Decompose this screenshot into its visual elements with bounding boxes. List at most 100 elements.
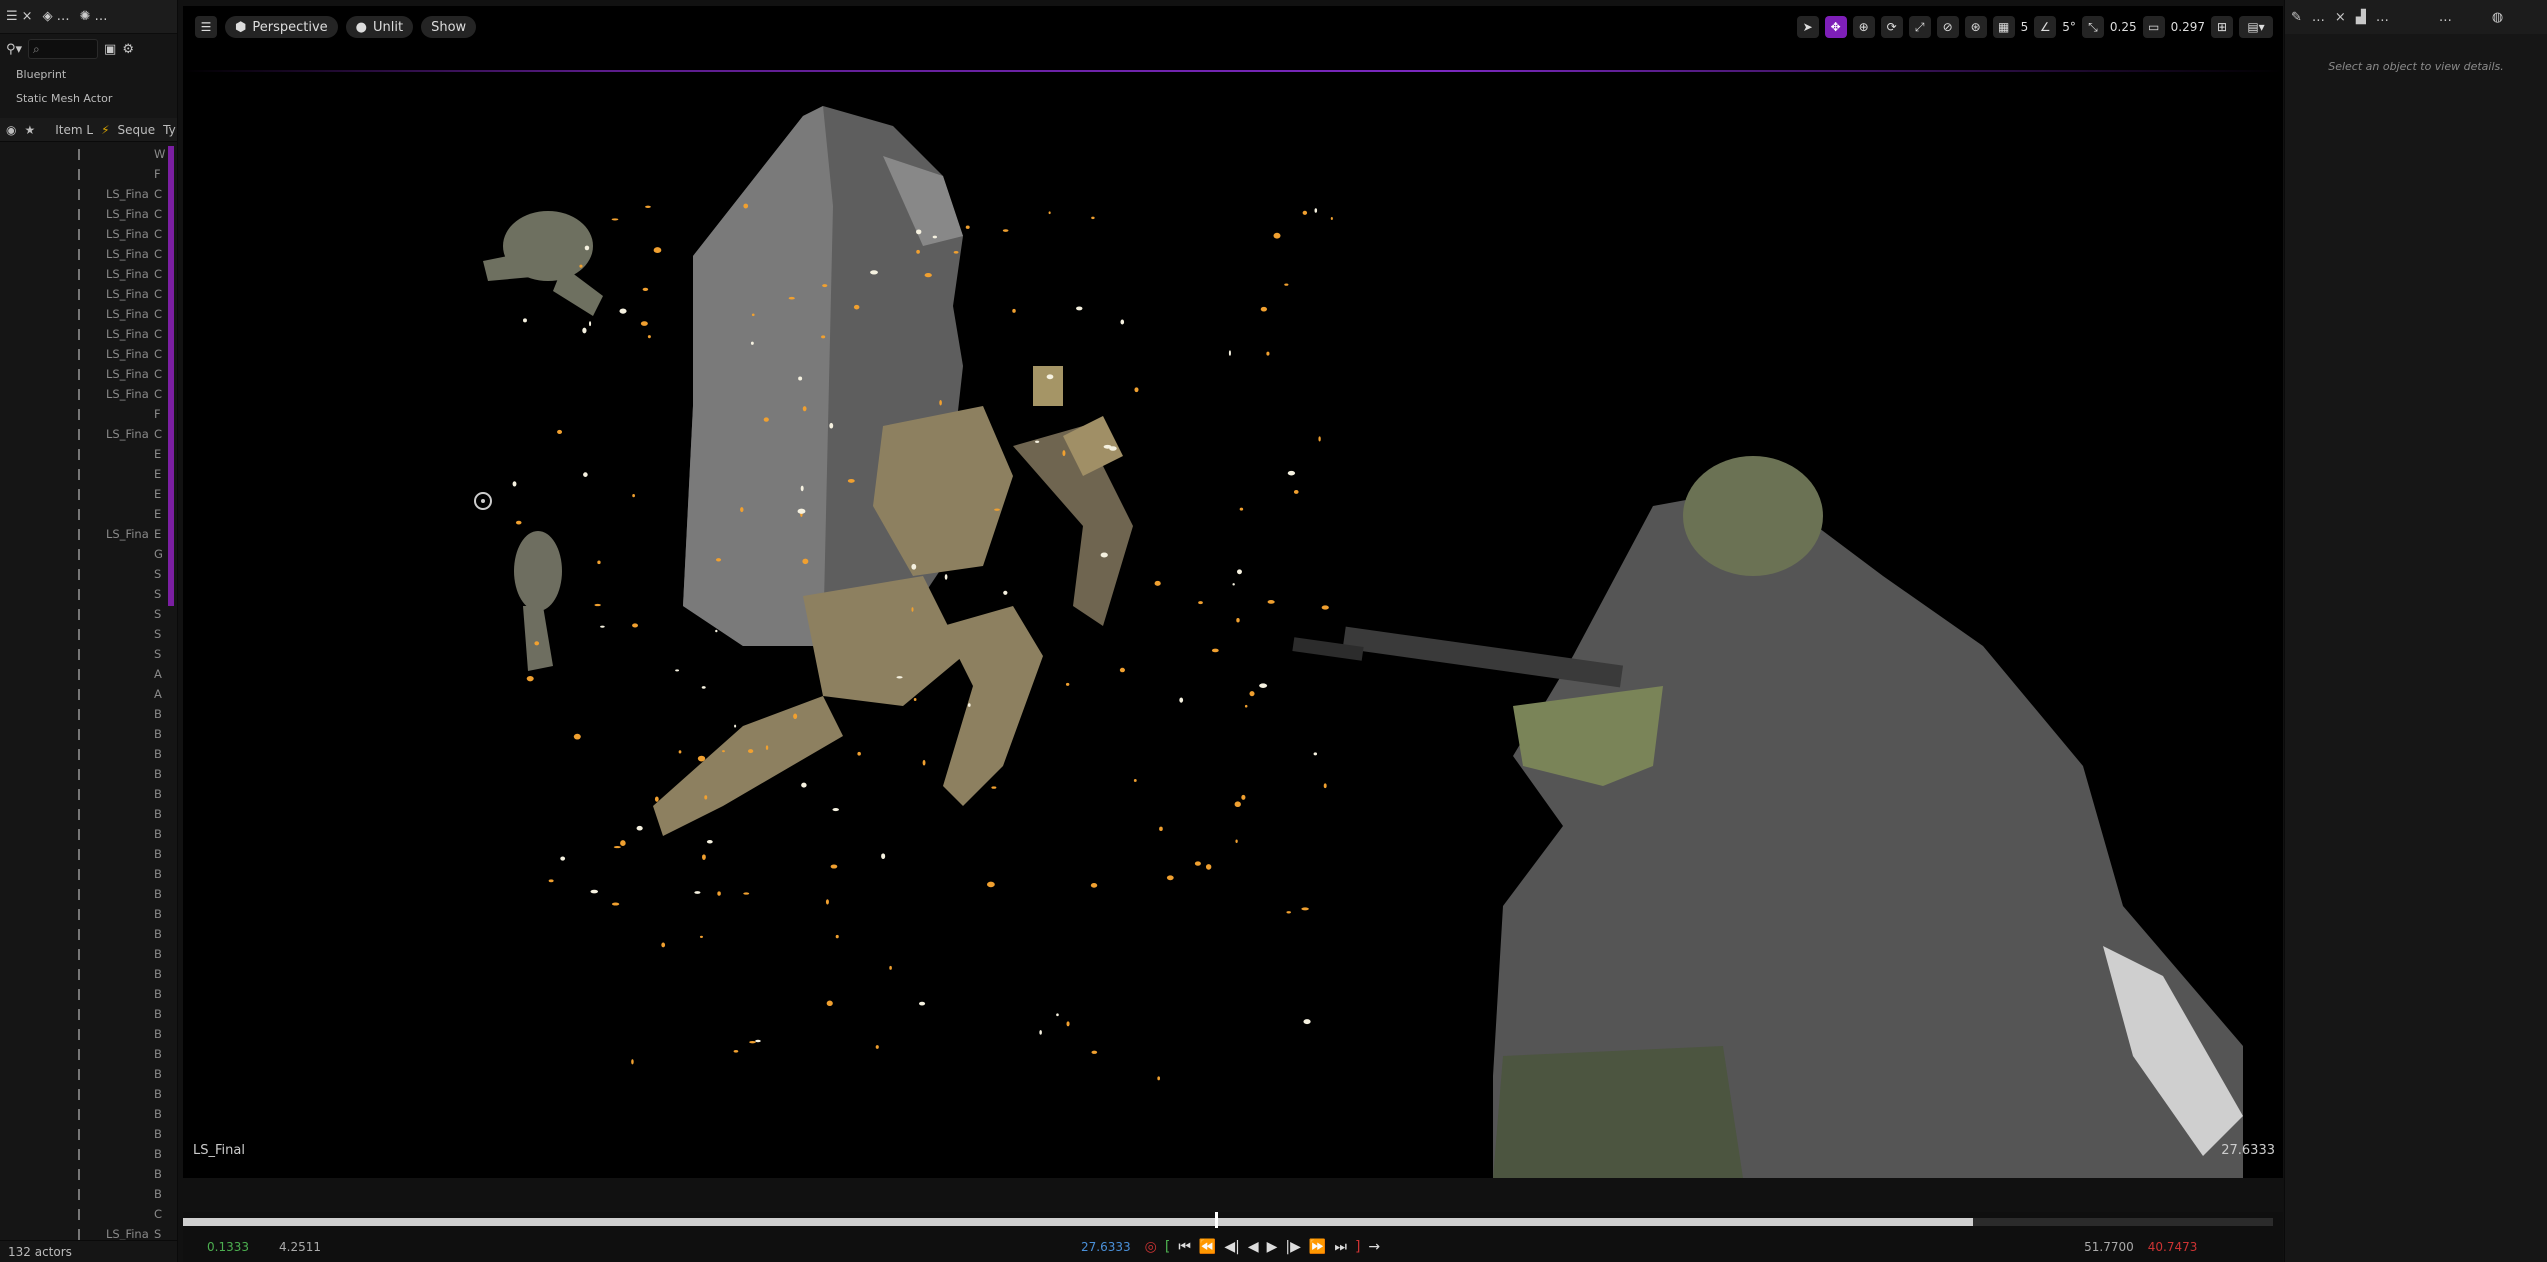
- sequencer-timeline[interactable]: 0.1333 4.2511 27.6333 ◎ [ ⏮ ⏪ ◀| ◀ ▶ |▶ …: [183, 1212, 2283, 1262]
- close-icon[interactable]: ×: [2335, 10, 2346, 25]
- camera-speed-value[interactable]: 0.297: [2171, 20, 2205, 34]
- play-icon[interactable]: ▶: [1267, 1239, 1278, 1255]
- jump-end-icon[interactable]: ⏭: [1334, 1239, 1347, 1255]
- outliner-row[interactable]: B: [0, 724, 177, 744]
- outliner-row[interactable]: E: [0, 464, 177, 484]
- outliner-row[interactable]: B: [0, 944, 177, 964]
- outliner-row[interactable]: A: [0, 684, 177, 704]
- layers-tab[interactable]: ◈ …: [43, 9, 70, 24]
- rotation-snap-value[interactable]: 5°: [2062, 20, 2076, 34]
- add-folder-icon[interactable]: ▣: [104, 42, 116, 57]
- outliner-row[interactable]: LS_Fina C: [0, 364, 177, 384]
- pivot-gizmo-icon[interactable]: [474, 492, 492, 510]
- outliner-row[interactable]: B: [0, 1024, 177, 1044]
- outliner-row[interactable]: S: [0, 584, 177, 604]
- outliner-row[interactable]: LS_Fina C: [0, 224, 177, 244]
- outliner-row[interactable]: G: [0, 544, 177, 564]
- column-item-label[interactable]: Item L: [55, 123, 93, 137]
- outliner-row[interactable]: B: [0, 844, 177, 864]
- world-settings-icon[interactable]: ▟: [2356, 10, 2366, 25]
- outliner-row[interactable]: B: [0, 1044, 177, 1064]
- rotate-icon[interactable]: ⟳: [1880, 16, 1903, 38]
- outliner-row[interactable]: LS_Fina C: [0, 184, 177, 204]
- outliner-row[interactable]: S: [0, 624, 177, 644]
- details-tab-menu-3[interactable]: …: [2439, 10, 2452, 25]
- outliner-row[interactable]: B: [0, 764, 177, 784]
- outliner-row[interactable]: B: [0, 884, 177, 904]
- outliner-row[interactable]: B: [0, 984, 177, 1004]
- end-time[interactable]: 51.7700: [2084, 1240, 2134, 1254]
- outliner-row[interactable]: B: [0, 1064, 177, 1084]
- select-mode-icon[interactable]: ➤: [1796, 16, 1819, 38]
- surface-snap-icon[interactable]: ⊘: [1936, 16, 1959, 38]
- outliner-row[interactable]: LS_Fina C: [0, 244, 177, 264]
- rotation-snap-icon[interactable]: ∠: [2034, 16, 2057, 38]
- viewport-menu-icon[interactable]: ☰: [195, 16, 217, 38]
- perspective-button[interactable]: ⬢ Perspective: [225, 16, 338, 38]
- end-time-red[interactable]: 40.7473: [2148, 1240, 2198, 1254]
- camera-speed-icon[interactable]: ▭: [2142, 16, 2165, 38]
- show-button[interactable]: Show: [421, 16, 477, 38]
- outliner-row[interactable]: S: [0, 604, 177, 624]
- outliner-row[interactable]: W: [0, 144, 177, 164]
- scale-snap-value[interactable]: 0.25: [2110, 20, 2137, 34]
- outliner-row[interactable]: B: [0, 1104, 177, 1124]
- pencil-icon[interactable]: ✎: [2291, 10, 2302, 25]
- grid-snap-value[interactable]: 5: [2021, 20, 2029, 34]
- outliner-row[interactable]: S: [0, 564, 177, 584]
- outliner-row[interactable]: LS_Fina C: [0, 324, 177, 344]
- scale-icon[interactable]: ⤢: [1908, 16, 1931, 38]
- play-reverse-icon[interactable]: ◀: [1248, 1239, 1259, 1255]
- record-icon[interactable]: ◎: [1145, 1239, 1157, 1255]
- level-viewport[interactable]: ☰ ⬢ Perspective ● Unlit Show ➤ ✥ ⊕ ⟳ ⤢ ⊘…: [183, 6, 2283, 1178]
- outliner-row[interactable]: B: [0, 824, 177, 844]
- search-input[interactable]: ⌕: [28, 39, 99, 59]
- start-time[interactable]: 0.1333: [207, 1240, 249, 1254]
- tab-menu-2[interactable]: …: [94, 9, 107, 24]
- next-frame-icon[interactable]: |▶: [1285, 1239, 1300, 1255]
- column-type[interactable]: Ty: [163, 123, 176, 137]
- outliner-row[interactable]: LS_Fina C: [0, 204, 177, 224]
- outliner-row[interactable]: B: [0, 904, 177, 924]
- lit-mode-button[interactable]: ● Unlit: [345, 16, 414, 38]
- outliner-row[interactable]: LS_Fina C: [0, 284, 177, 304]
- type-static-mesh[interactable]: Static Mesh Actor: [0, 88, 177, 112]
- details-tab-menu[interactable]: …: [2312, 10, 2325, 25]
- prev-frame-icon[interactable]: ◀|: [1224, 1239, 1239, 1255]
- outliner-row[interactable]: S: [0, 644, 177, 664]
- outliner-row[interactable]: E: [0, 484, 177, 504]
- star-icon[interactable]: ★: [24, 123, 35, 137]
- outliner-row[interactable]: LS_Fina C: [0, 424, 177, 444]
- playhead[interactable]: [1215, 1212, 1218, 1228]
- maximize-viewport-icon[interactable]: ⊞: [2211, 16, 2233, 38]
- timeline-track[interactable]: [183, 1212, 2273, 1228]
- loop-icon[interactable]: →: [1368, 1239, 1380, 1255]
- filter-icon[interactable]: ⚲▾: [6, 42, 22, 57]
- outliner-row[interactable]: F: [0, 404, 177, 424]
- outliner-row[interactable]: B: [0, 1164, 177, 1184]
- scale-snap-icon[interactable]: ⤡: [2081, 16, 2104, 38]
- outliner-row[interactable]: B: [0, 1124, 177, 1144]
- details-tab-menu-2[interactable]: …: [2376, 10, 2389, 25]
- layout-icon[interactable]: ▤▾: [2239, 16, 2273, 38]
- outliner-row[interactable]: B: [0, 864, 177, 884]
- grid-snap-icon[interactable]: ▦: [1992, 16, 2015, 38]
- outliner-row[interactable]: B: [0, 964, 177, 984]
- scene-render[interactable]: [183, 6, 2283, 1178]
- outliner-row[interactable]: B: [0, 1004, 177, 1024]
- outliner-row[interactable]: B: [0, 784, 177, 804]
- outliner-row[interactable]: B: [0, 924, 177, 944]
- outliner-row[interactable]: LS_Fina E: [0, 524, 177, 544]
- outliner-row[interactable]: LS_Fina C: [0, 384, 177, 404]
- outliner-row[interactable]: F: [0, 164, 177, 184]
- eye-icon[interactable]: ◉: [6, 123, 16, 137]
- outliner-row[interactable]: B: [0, 1184, 177, 1204]
- translate-icon[interactable]: ✥: [1824, 16, 1847, 38]
- globe-icon[interactable]: ⊛: [1964, 16, 1987, 38]
- type-blueprint[interactable]: Blueprint: [0, 64, 177, 88]
- outliner-row[interactable]: B: [0, 1084, 177, 1104]
- outliner-row[interactable]: E: [0, 504, 177, 524]
- duration-time[interactable]: 4.2511: [279, 1240, 321, 1254]
- outliner-row[interactable]: B: [0, 704, 177, 724]
- outliner-row[interactable]: E: [0, 444, 177, 464]
